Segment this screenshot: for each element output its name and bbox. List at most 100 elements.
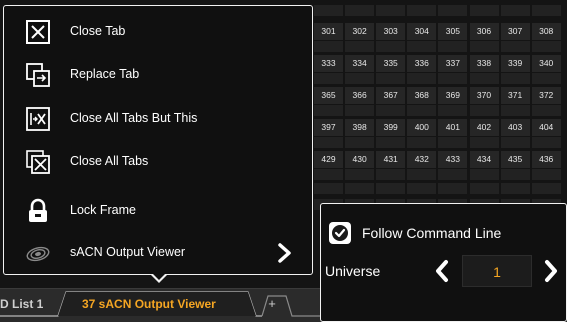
grid-cell: 339 (500, 55, 530, 72)
grid-cell: 336 (407, 55, 437, 72)
grid-cell: 404 (531, 119, 561, 136)
grid-empty-cell (314, 169, 343, 180)
grid-cell: 429 (314, 151, 343, 168)
chevron-right-icon (278, 243, 291, 263)
grid-empty-cell (314, 183, 343, 194)
grid-empty-cell (345, 137, 375, 148)
menu-item-label: Close Tab (70, 24, 126, 38)
menu-item-close-all-tabs[interactable]: Close All Tabs (4, 141, 310, 181)
grid-cell: 367 (376, 87, 406, 104)
grid-cell: 436 (531, 151, 561, 168)
grid-empty-cell (500, 105, 530, 116)
grid-cell: 333 (314, 55, 343, 72)
grid-empty-cell (345, 105, 375, 116)
grid-empty-cell (500, 41, 530, 52)
grid-empty-cell (469, 5, 499, 16)
grid-empty-cell (345, 73, 375, 84)
menu-item-close-tab[interactable]: Close Tab (4, 11, 310, 51)
universe-label: Universe (325, 263, 381, 279)
add-tab-button[interactable]: + (258, 291, 286, 317)
grid-cell: 370 (469, 87, 499, 104)
tab-partial[interactable]: D List 1 (0, 291, 62, 317)
grid-empty-cell (469, 137, 499, 148)
tab-context-menu: Close Tab Replace Tab Close All Tabs But… (3, 5, 313, 275)
grid-cell: 340 (531, 55, 561, 72)
grid-empty-cell (407, 73, 437, 84)
grid-empty-cell (469, 169, 499, 180)
grid-empty-cell (438, 5, 468, 16)
grid-cell: 306 (469, 23, 499, 40)
follow-command-line-label: Follow Command Line (362, 225, 502, 241)
menu-item-label: Close All Tabs But This (70, 111, 198, 125)
grid-cell: 433 (438, 151, 468, 168)
grid-empty-cell (314, 73, 343, 84)
menu-item-close-all-but-this[interactable]: Close All Tabs But This (4, 98, 310, 138)
grid-cell: 368 (407, 87, 437, 104)
grid-cell: 401 (438, 119, 468, 136)
checkmark-icon (332, 225, 348, 241)
grid-cell: 305 (438, 23, 468, 40)
grid-cell: 403 (500, 119, 530, 136)
grid-empty-cell (407, 183, 437, 194)
grid-empty-cell (438, 41, 468, 52)
grid-empty-cell (407, 5, 437, 16)
tab-sacn-output-viewer[interactable]: 37 sACN Output Viewer (70, 291, 252, 317)
grid-cell: 365 (314, 87, 343, 104)
grid-cell: 402 (469, 119, 499, 136)
menu-item-label: Replace Tab (70, 67, 140, 81)
grid-cell: 304 (407, 23, 437, 40)
grid-cell: 301 (314, 23, 343, 40)
grid-cell: 308 (531, 23, 561, 40)
menu-item-sacn-output-viewer[interactable]: sACN Output Viewer (4, 232, 310, 272)
grid-cell: 399 (376, 119, 406, 136)
close-tab-icon (26, 20, 50, 44)
grid-empty-cell (376, 73, 406, 84)
grid-empty-cell (531, 169, 561, 180)
follow-command-line-checkbox[interactable] (329, 222, 351, 244)
grid-empty-cell (376, 137, 406, 148)
grid-empty-cell (345, 5, 375, 16)
grid-empty-cell (407, 105, 437, 116)
universe-next-button[interactable] (542, 258, 560, 284)
grid-empty-cell (345, 169, 375, 180)
sacn-options-popup: Follow Command Line Universe 1 (320, 203, 567, 322)
grid-cell: 430 (345, 151, 375, 168)
close-all-but-this-icon (26, 107, 50, 131)
grid-empty-cell (376, 183, 406, 194)
grid-empty-cell (469, 73, 499, 84)
grid-empty-cell (345, 183, 375, 194)
grid-cell: 372 (531, 87, 561, 104)
grid-empty-cell (500, 183, 530, 194)
grid-cell: 432 (407, 151, 437, 168)
grid-cell: 400 (407, 119, 437, 136)
grid-empty-cell (314, 5, 343, 16)
grid-empty-cell (376, 5, 406, 16)
menu-item-replace-tab[interactable]: Replace Tab (4, 54, 310, 94)
menu-pointer-inner (152, 273, 166, 280)
grid-cell: 338 (469, 55, 499, 72)
grid-empty-cell (438, 183, 468, 194)
grid-empty-cell (314, 105, 343, 116)
menu-item-lock-frame[interactable]: Lock Frame (4, 190, 310, 230)
menu-item-label: Close All Tabs (70, 154, 149, 168)
grid-cell: 302 (345, 23, 375, 40)
grid-empty-cell (500, 137, 530, 148)
universe-field[interactable]: 1 (462, 255, 532, 287)
universe-previous-button[interactable] (433, 258, 451, 284)
grid-empty-cell (500, 169, 530, 180)
grid-cell: 434 (469, 151, 499, 168)
grid-empty-cell (531, 105, 561, 116)
grid-cell: 335 (376, 55, 406, 72)
close-all-tabs-icon (26, 150, 50, 174)
grid-empty-cell (500, 73, 530, 84)
grid-empty-cell (314, 41, 343, 52)
grid-empty-cell (438, 105, 468, 116)
grid-empty-cell (376, 41, 406, 52)
lock-icon (29, 198, 47, 222)
grid-empty-cell (531, 73, 561, 84)
menu-item-label: Lock Frame (70, 203, 136, 217)
grid-cell: 435 (500, 151, 530, 168)
grid-empty-cell (407, 41, 437, 52)
grid-empty-cell (531, 137, 561, 148)
universe-value: 1 (493, 264, 501, 280)
